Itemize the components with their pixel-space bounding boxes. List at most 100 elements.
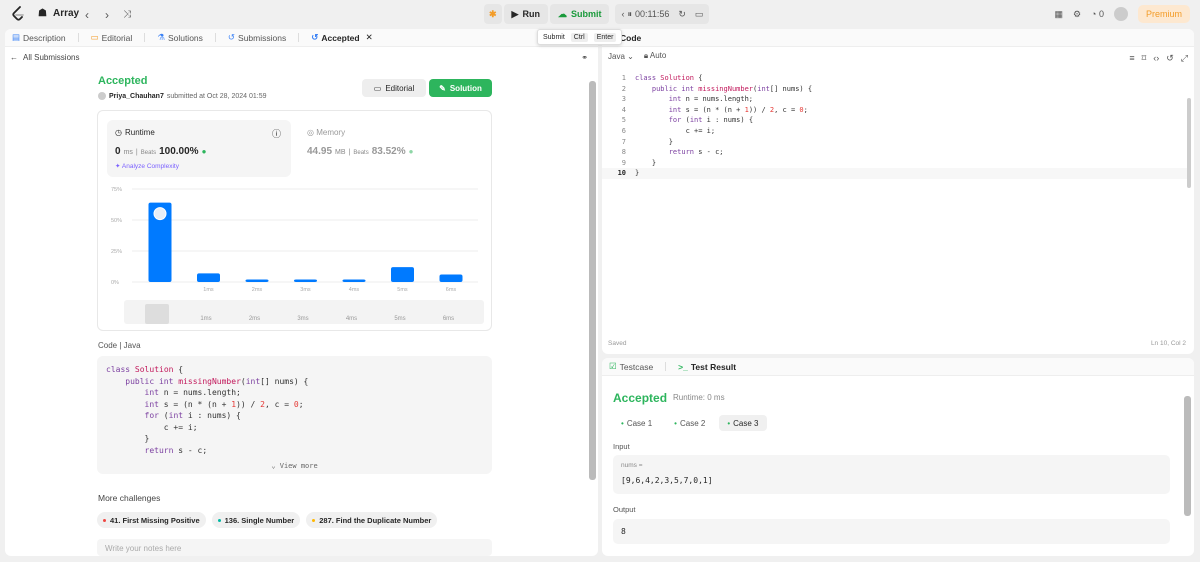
next-problem-icon[interactable]: › — [105, 8, 109, 22]
pass-dot-icon: • — [727, 418, 731, 428]
challenge-chip[interactable]: 287. Find the Duplicate Number — [306, 512, 438, 528]
code-editor[interactable]: 1 2 3 4 5 6 7 8 9 10 class Solution { public int … — [602, 69, 1194, 329]
analyze-complexity-link[interactable]: ✦ Analyze Complexity — [115, 162, 179, 170]
tab-testcase[interactable]: ☑ Testcase — [609, 361, 653, 372]
premium-button[interactable]: Premium — [1137, 5, 1190, 23]
chart-bar[interactable] — [245, 279, 269, 282]
debug-button[interactable]: ✱ — [484, 4, 502, 24]
left-tabs: ▤ Description ▭ Editorial ⚗ Solutions ↺ Subm… — [5, 29, 598, 47]
challenge-label: 136. Single Number — [224, 515, 295, 525]
editor-scrollbar[interactable] — [1187, 98, 1191, 188]
problem-list-button[interactable]: ☗ Array — [38, 8, 79, 19]
shuffle-icon[interactable]: ⤨ — [123, 9, 131, 20]
leaf-icon: ● — [408, 147, 414, 156]
chart-bar[interactable] — [197, 273, 220, 282]
run-submit-group: ✱ ▶ Run ☁ Submit ‹ ⏸ 00:11:56 ↻ ▭ — [484, 4, 710, 24]
tab-description[interactable]: ▤ Description — [12, 32, 66, 43]
runtime-box[interactable]: ◷ Runtime ⓘ 0 ms | Beats 100.00% ● ✦ Anal… — [107, 120, 291, 177]
case-tab[interactable]: • Case 3 — [719, 415, 767, 431]
timer[interactable]: ‹ ⏸ 00:11:56 ↻ ▭ — [615, 4, 710, 24]
pass-dot-icon: • — [621, 418, 624, 428]
x-tick-label: 1ms — [203, 287, 214, 293]
streak-counter[interactable]: ◔ 0 — [1091, 9, 1104, 19]
lock-icon: 🔒︎ — [643, 51, 649, 60]
share-icon[interactable]: ⚭ — [581, 53, 588, 62]
chart-bar[interactable] — [439, 274, 463, 282]
memory-icon: ◎ — [307, 128, 317, 137]
description-icon: ▤ — [12, 32, 21, 42]
scrollbar-thumb[interactable] — [589, 81, 596, 480]
tab-accepted-label: Accepted — [321, 32, 360, 43]
leetcode-logo[interactable] — [11, 6, 25, 22]
slider-handle[interactable] — [145, 304, 169, 324]
runtime-beats-label: Beats — [140, 150, 157, 156]
solution-button[interactable]: ✎ Solution — [429, 79, 492, 97]
prev-problem-icon[interactable]: ‹ — [85, 8, 89, 22]
memory-value-row: 44.95 MB | Beats 83.52% ● — [307, 146, 413, 157]
tab-divider — [144, 33, 146, 42]
language-label: Java — [608, 51, 625, 61]
bookmark-icon[interactable]: ⌑ — [1142, 53, 1147, 64]
brackets-icon[interactable]: ‹› — [1153, 53, 1159, 64]
username[interactable]: Priya_Chauhan7 — [109, 93, 164, 100]
close-icon[interactable]: ✕ — [366, 32, 373, 43]
submit-button[interactable]: ☁ Submit — [549, 4, 610, 24]
runtime-unit: ms — [123, 149, 133, 156]
cloud-upload-icon: ☁ — [557, 8, 567, 19]
layout-icon[interactable]: ▦ — [1054, 9, 1063, 20]
challenge-chip[interactable]: 136. Single Number — [211, 512, 301, 528]
y-tick-label: 75% — [111, 187, 122, 193]
slider-tick-label: 6ms — [442, 316, 455, 322]
runtime-distribution-chart: 75% 50% 25% 0% 1ms 2ms 3ms 4ms 5ms 6ms — [111, 187, 478, 293]
chart-bar[interactable] — [342, 279, 366, 282]
case-tab[interactable]: • Case 1 — [613, 415, 660, 431]
tab-submissions[interactable]: ↺ Submissions — [228, 32, 286, 43]
slider-tick-label: 3ms — [297, 316, 309, 322]
saved-status: Saved — [608, 340, 627, 347]
view-more-button[interactable]: ⌄ View more — [97, 462, 492, 470]
result-tabs: ☑ Testcase >_ Test Result — [602, 358, 1194, 376]
all-submissions-link[interactable]: All Submissions — [23, 53, 79, 62]
chart-range-slider[interactable]: 1ms 2ms 3ms 4ms 5ms 6ms — [124, 300, 484, 324]
memory-beats-label: Beats — [353, 150, 369, 156]
left-scrollbar[interactable] — [589, 81, 596, 547]
note-icon[interactable]: ▭ — [695, 9, 704, 20]
tab-solutions[interactable]: ⚗ Solutions — [157, 32, 203, 43]
editor-code[interactable]: class Solution { public int missingNumbe… — [635, 73, 812, 179]
info-icon[interactable]: ⓘ — [272, 127, 281, 140]
arrow-left-icon[interactable]: ← — [10, 53, 18, 62]
submitted-time: submitted at Oct 28, 2024 01:59 — [166, 92, 267, 100]
language-select[interactable]: Java ⌄ — [608, 52, 634, 61]
memory-box[interactable]: ◎ Memory 44.95 MB | Beats 83.52% ● — [307, 120, 487, 177]
tab-test-result[interactable]: >_ Test Result — [678, 362, 736, 372]
difficulty-dot — [103, 518, 106, 522]
reset-icon[interactable]: ↻ — [678, 9, 686, 20]
avatar[interactable] — [1113, 7, 1128, 21]
tab-accepted[interactable]: ↺ Accepted ✕ — [311, 32, 373, 43]
tooltip-key-enter: Enter — [593, 32, 617, 42]
case-tab[interactable]: • Case 2 — [666, 415, 713, 431]
tab-submissions-label: Submissions — [238, 32, 287, 43]
memory-unit: MB — [335, 149, 346, 156]
expand-icon[interactable]: ⤢ — [1181, 53, 1188, 64]
problem-list-label: Array — [52, 8, 80, 19]
pause-icon: ⏸ — [627, 8, 632, 19]
tab-editorial[interactable]: ▭ Editorial — [91, 32, 133, 43]
tab-divider — [298, 33, 300, 42]
tab-solutions-label: Solutions — [167, 32, 203, 43]
chart-bar[interactable] — [294, 279, 317, 282]
y-tick-label: 25% — [111, 249, 122, 255]
format-icon[interactable]: ≡ — [1129, 53, 1134, 64]
result-scrollbar[interactable] — [1184, 396, 1191, 516]
settings-icon[interactable]: ⚙ — [1073, 9, 1081, 20]
mode-select[interactable]: 🔒︎ Auto — [644, 51, 667, 61]
notes-input[interactable]: Write your notes here — [97, 539, 492, 556]
challenge-chip[interactable]: 41. First Missing Positive — [97, 512, 206, 528]
run-button[interactable]: ▶ Run — [503, 4, 548, 24]
reset-icon[interactable]: ↺ — [1166, 53, 1174, 64]
chart-bar[interactable] — [391, 267, 414, 282]
editorial-button[interactable]: ▭ Editorial — [362, 79, 426, 97]
x-tick-label: 5ms — [397, 287, 408, 293]
input-box: nums = [9,6,4,2,3,5,7,0,1] — [613, 455, 1170, 494]
performance-card: ◷ Runtime ⓘ 0 ms | Beats 100.00% ● ✦ Anal… — [97, 110, 492, 331]
